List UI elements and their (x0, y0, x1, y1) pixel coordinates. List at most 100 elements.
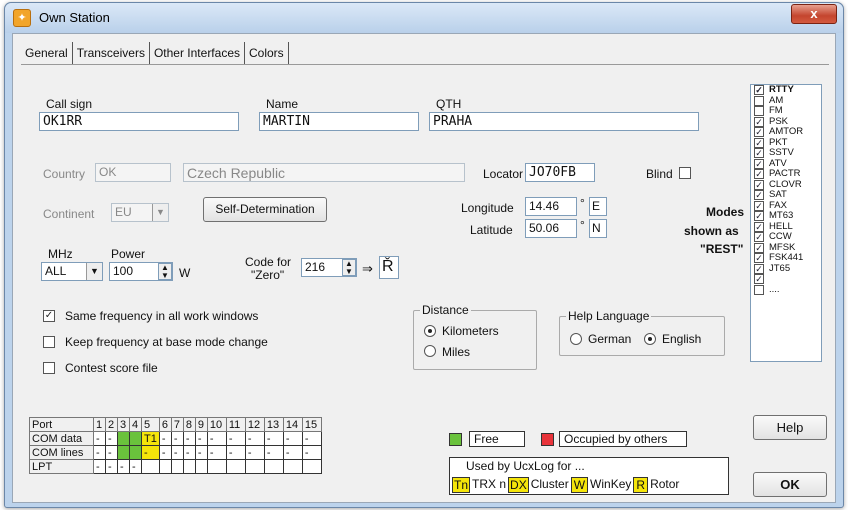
mode-checkbox[interactable]: ✓ (754, 232, 764, 242)
port-cell[interactable]: - (182, 431, 196, 446)
port-cell[interactable]: - (225, 445, 246, 460)
mode-checkbox[interactable]: ✓ (754, 137, 764, 148)
self-determination-button[interactable]: Self-Determination (203, 197, 327, 222)
mode-checkbox[interactable]: ✓ (754, 242, 764, 253)
locator-input[interactable]: JO70FB (525, 163, 595, 182)
port-cell[interactable]: - (282, 445, 303, 460)
mode-checkbox[interactable]: ✓ (754, 221, 764, 232)
port-cell[interactable]: T1 (141, 431, 160, 446)
port-cell[interactable]: - (93, 459, 106, 474)
port-cell[interactable]: - (170, 431, 184, 446)
german-radio[interactable] (570, 333, 582, 345)
mode-checkbox[interactable] (754, 284, 764, 295)
mhz-select[interactable]: ALL ▼ (41, 262, 103, 281)
tab-colors[interactable]: Colors (245, 42, 289, 64)
port-cell[interactable]: - (158, 431, 172, 446)
port-cell[interactable] (244, 459, 265, 474)
mode-checkbox[interactable]: ✓ (754, 274, 764, 284)
title-bar[interactable]: ✦ Own Station x (5, 3, 843, 33)
keep-frequency-checkbox[interactable] (43, 336, 55, 348)
mode-checkbox[interactable]: ✓ (754, 85, 764, 95)
port-cell[interactable] (182, 459, 196, 474)
country-code-input[interactable]: OK (95, 163, 171, 182)
mode-checkbox[interactable]: ✓ (754, 148, 764, 158)
mode-checkbox[interactable] (754, 95, 764, 106)
port-cell[interactable]: - (206, 431, 227, 446)
port-cell[interactable] (282, 459, 303, 474)
code-zero-input[interactable]: 216 ▲ ▼ (301, 258, 357, 277)
mode-item[interactable]: ✓ JT65 (751, 263, 821, 275)
port-cell[interactable] (170, 459, 184, 474)
name-input[interactable]: MARTIN (259, 112, 419, 131)
mode-item[interactable]: ✓ (751, 274, 821, 285)
help-button[interactable]: Help (753, 415, 827, 440)
mode-checkbox[interactable]: ✓ (754, 263, 764, 274)
spin-arrows-icon[interactable]: ▲ ▼ (342, 259, 356, 276)
port-cell[interactable] (194, 459, 208, 474)
port-cell[interactable] (129, 445, 142, 460)
port-cell[interactable] (117, 445, 130, 460)
tab-other-interfaces[interactable]: Other Interfaces (149, 42, 245, 64)
port-cell[interactable]: - (301, 431, 322, 446)
mode-checkbox[interactable]: ✓ (754, 179, 764, 190)
longitude-input[interactable]: 14.46 (525, 197, 577, 216)
continent-select[interactable]: EU ▼ (111, 203, 169, 222)
modes-list[interactable]: ✓ RTTY AM FM ✓ PSK ✓ AMTOR ✓ PKT ✓ SSTV ✓ ATV ✓ PACTR ✓ C… (750, 84, 822, 362)
port-cell[interactable]: - (158, 445, 172, 460)
port-cell[interactable] (117, 431, 130, 446)
port-cell[interactable]: - (93, 431, 106, 446)
port-cell[interactable] (129, 431, 142, 446)
mode-checkbox[interactable]: ✓ (754, 127, 764, 137)
port-cell[interactable]: - (105, 445, 118, 460)
mode-item[interactable]: AM (751, 95, 821, 107)
port-cell[interactable]: - (141, 445, 160, 460)
spin-arrows-icon[interactable]: ▲ ▼ (158, 263, 172, 280)
qth-input[interactable]: PRAHA (429, 112, 699, 131)
mode-checkbox[interactable]: ✓ (754, 158, 764, 169)
port-cell[interactable]: - (206, 445, 227, 460)
port-cell[interactable] (141, 459, 160, 474)
close-button[interactable]: x (791, 4, 837, 24)
port-cell[interactable] (225, 459, 246, 474)
latitude-direction[interactable]: N (589, 219, 607, 238)
port-cell[interactable]: - (182, 445, 196, 460)
mode-checkbox[interactable]: ✓ (754, 211, 764, 221)
chevron-down-icon[interactable]: ▼ (152, 204, 168, 221)
port-cell[interactable]: - (170, 445, 184, 460)
mode-item[interactable]: ✓ RTTY (751, 85, 821, 96)
port-cell[interactable]: - (105, 431, 118, 446)
port-cell[interactable] (206, 459, 227, 474)
longitude-direction[interactable]: E (589, 197, 607, 216)
port-cell[interactable]: - (129, 459, 142, 474)
port-cell[interactable]: - (244, 445, 265, 460)
mode-checkbox[interactable]: ✓ (754, 116, 764, 127)
port-cell[interactable]: - (282, 431, 303, 446)
port-cell[interactable] (301, 459, 322, 474)
port-cell[interactable]: - (105, 459, 118, 474)
kilometers-radio[interactable] (424, 325, 436, 337)
miles-radio[interactable] (424, 345, 436, 357)
mode-checkbox[interactable]: ✓ (754, 200, 764, 211)
same-frequency-checkbox[interactable]: ✓ (43, 310, 55, 322)
contest-score-checkbox[interactable] (43, 362, 55, 374)
port-cell[interactable]: - (194, 431, 208, 446)
mode-checkbox[interactable] (754, 106, 764, 116)
ok-button[interactable]: OK (753, 472, 827, 497)
mode-item[interactable]: .... (751, 284, 821, 296)
port-cell[interactable] (263, 459, 284, 474)
country-name-input[interactable]: Czech Republic (183, 163, 465, 182)
port-cell[interactable]: - (194, 445, 208, 460)
callsign-input[interactable]: OK1RR (39, 112, 239, 131)
tab-transceivers[interactable]: Transceivers (72, 42, 150, 64)
mode-checkbox[interactable]: ✓ (754, 169, 764, 179)
port-cell[interactable] (158, 459, 172, 474)
power-input[interactable]: 100 ▲ ▼ (109, 262, 173, 281)
port-cell[interactable]: - (93, 445, 106, 460)
port-cell[interactable]: - (244, 431, 265, 446)
tab-general[interactable]: General (21, 42, 73, 64)
port-cell[interactable]: - (263, 431, 284, 446)
port-cell[interactable]: - (301, 445, 322, 460)
latitude-input[interactable]: 50.06 (525, 219, 577, 238)
english-radio[interactable] (644, 333, 656, 345)
blind-checkbox[interactable] (679, 167, 691, 179)
